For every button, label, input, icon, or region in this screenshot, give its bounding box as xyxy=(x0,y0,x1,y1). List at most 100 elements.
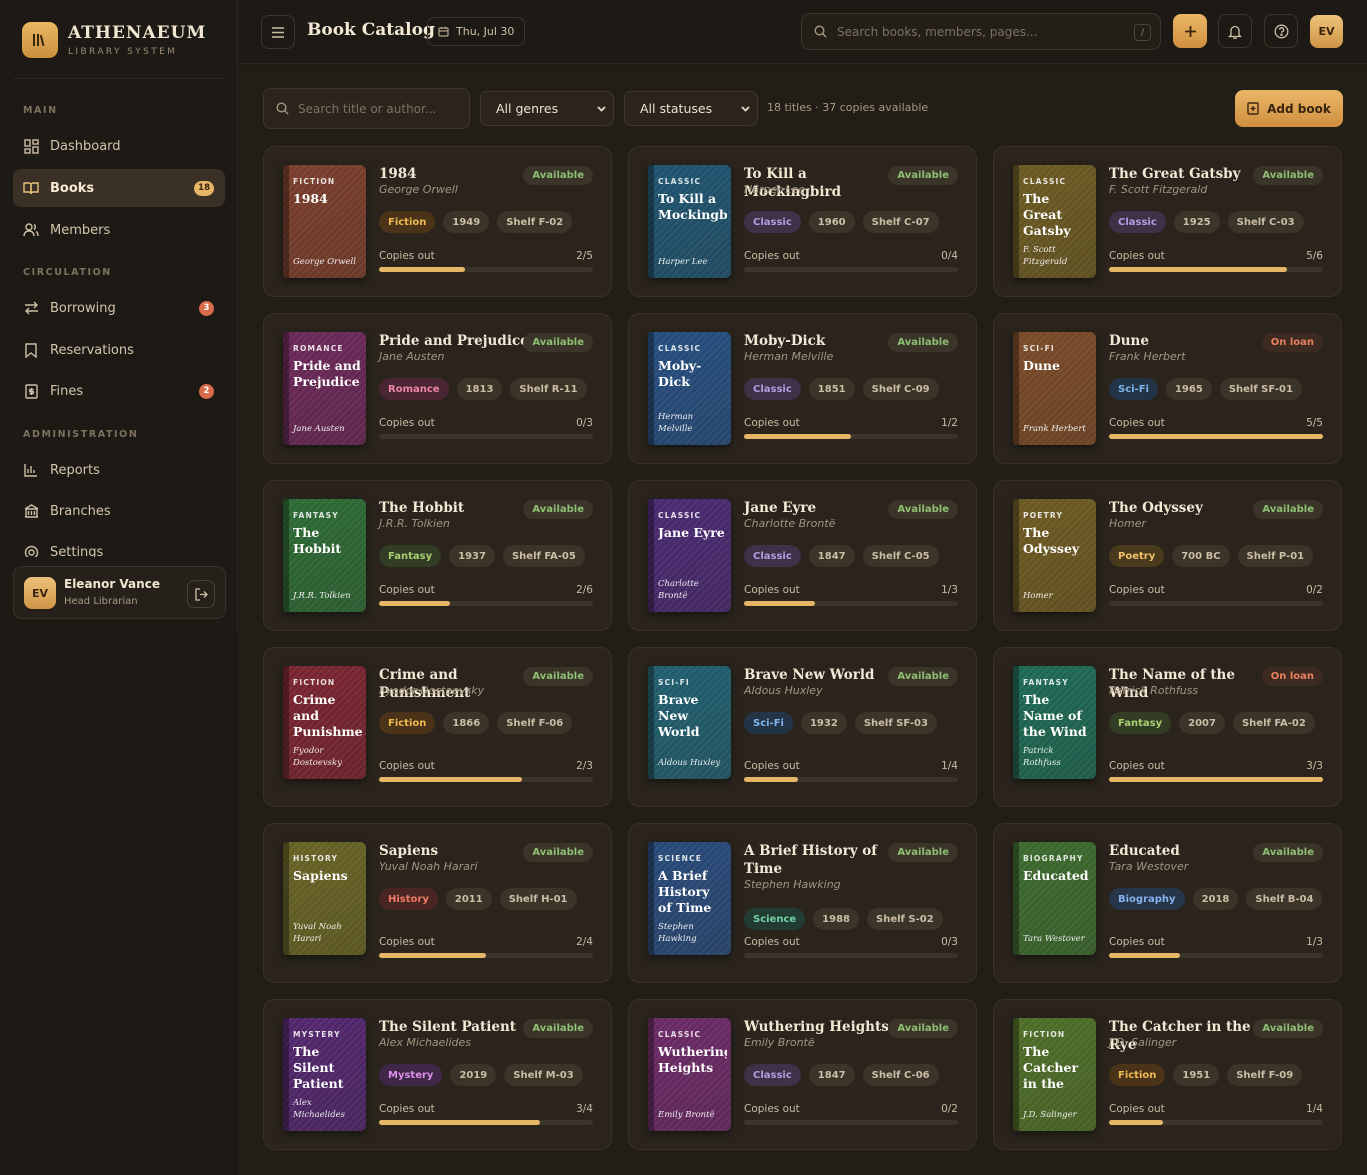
book-cover[interactable]: BIOGRAPHY Educated Tara Westover xyxy=(1013,842,1096,955)
status-badge: Available xyxy=(888,166,958,185)
date-chip[interactable]: Thu, Jul 30 xyxy=(427,17,526,46)
book-card[interactable]: CLASSIC To Kill a Mockingbird Harper Lee… xyxy=(628,146,977,297)
book-cover[interactable]: FANTASY The Hobbit J.R.R. Tolkien xyxy=(283,499,366,612)
user-avatar-button[interactable]: EV xyxy=(1310,15,1343,48)
sidebar-item-borrowing[interactable]: Borrowing 3 xyxy=(13,289,225,327)
book-title[interactable]: The Great Gatsby xyxy=(1109,165,1259,183)
book-cover[interactable]: FICTION The Catcher in the Rye J.D. Sali… xyxy=(1013,1018,1096,1131)
book-card[interactable]: CLASSIC Moby-Dick Herman Melville Moby-D… xyxy=(628,313,977,464)
year-tag: 1847 xyxy=(808,545,855,567)
book-cover[interactable]: POETRY The Odyssey Homer xyxy=(1013,499,1096,612)
book-title[interactable]: Educated xyxy=(1109,842,1259,860)
book-card[interactable]: CLASSIC The Great Gatsby F. Scott Fitzge… xyxy=(993,146,1342,297)
book-cover[interactable]: ROMANCE Pride and Prejudice Jane Austen xyxy=(283,332,366,445)
shelf-tag: Shelf H-01 xyxy=(499,888,577,910)
user-role: Head Librarian xyxy=(64,596,138,607)
catalog-search-input[interactable] xyxy=(298,101,458,116)
add-book-button[interactable]: Add book xyxy=(1235,90,1343,127)
book-cover[interactable]: SCI-FI Brave New World Aldous Huxley xyxy=(648,666,731,779)
notifications-button[interactable] xyxy=(1218,14,1252,48)
book-card[interactable]: SCIENCE A Brief History of Time Stephen … xyxy=(628,823,977,983)
book-card[interactable]: FICTION 1984 George Orwell 1984 George O… xyxy=(263,146,612,297)
book-cover[interactable]: CLASSIC Moby-Dick Herman Melville xyxy=(648,332,731,445)
book-title[interactable]: Jane Eyre xyxy=(744,499,894,517)
book-cover[interactable]: CLASSIC Wuthering Heights Emily Brontë xyxy=(648,1018,731,1131)
book-title[interactable]: Sapiens xyxy=(379,842,529,860)
genre-tag: Mystery xyxy=(379,1064,443,1086)
sidebar-item-reports[interactable]: Reports xyxy=(13,451,225,489)
sidebar-item-dashboard[interactable]: Dashboard xyxy=(13,127,225,165)
book-card[interactable]: FANTASY The Name of the Wind Patrick Rot… xyxy=(993,647,1342,807)
book-card[interactable]: CLASSIC Jane Eyre Charlotte Brontë Jane … xyxy=(628,480,977,631)
catalog-search[interactable] xyxy=(263,88,470,129)
book-card[interactable]: MYSTERY The Silent Patient Alex Michaeli… xyxy=(263,999,612,1150)
book-title[interactable]: The Hobbit xyxy=(379,499,529,517)
book-cover[interactable]: SCIENCE A Brief History of Time Stephen … xyxy=(648,842,731,955)
menu-toggle-button[interactable] xyxy=(261,15,295,49)
sidebar-item-books[interactable]: Books 18 xyxy=(13,169,225,207)
copies-progress-fill xyxy=(744,601,815,606)
book-title[interactable]: Dune xyxy=(1109,332,1259,350)
book-card[interactable]: FANTASY The Hobbit J.R.R. Tolkien The Ho… xyxy=(263,480,612,631)
book-title[interactable]: Wuthering Heights xyxy=(744,1018,894,1036)
book-cover[interactable]: FICTION 1984 George Orwell xyxy=(283,165,366,278)
book-title[interactable]: A Brief History of Time xyxy=(744,842,894,878)
bar-chart-icon xyxy=(23,462,39,478)
sidebar-item-members[interactable]: Members xyxy=(13,211,225,249)
book-title[interactable]: Moby-Dick xyxy=(744,332,894,350)
book-card[interactable]: HISTORY Sapiens Yuval Noah Harari Sapien… xyxy=(263,823,612,983)
genre-select[interactable]: All genres xyxy=(480,91,614,126)
quick-add-button[interactable] xyxy=(1173,14,1207,48)
logout-button[interactable] xyxy=(187,580,215,608)
genre-tag: Sci-Fi xyxy=(1109,378,1158,400)
copies-out-label: Copies out xyxy=(1109,584,1165,596)
sidebar-item-fines[interactable]: Fines 2 xyxy=(13,372,225,410)
copies-progress-bar xyxy=(744,434,958,439)
book-card[interactable]: CLASSIC Wuthering Heights Emily Brontë W… xyxy=(628,999,977,1150)
cover-author: F. Scott Fitzgerald xyxy=(1023,245,1068,267)
book-cover[interactable]: FANTASY The Name of the Wind Patrick Rot… xyxy=(1013,666,1096,779)
year-tag: 700 BC xyxy=(1172,545,1230,567)
book-title[interactable]: 1984 xyxy=(379,165,529,183)
book-cover[interactable]: SCI-FI Dune Frank Herbert xyxy=(1013,332,1096,445)
book-title[interactable]: Pride and Prejudice xyxy=(379,332,529,350)
cover-title: 1984 xyxy=(293,191,328,206)
cover-title: Wuthering Heights xyxy=(658,1044,727,1075)
cover-author: Harper Lee xyxy=(658,257,708,267)
book-card[interactable]: ROMANCE Pride and Prejudice Jane Austen … xyxy=(263,313,612,464)
book-card[interactable]: FICTION The Catcher in the Rye J.D. Sali… xyxy=(993,999,1342,1150)
book-card[interactable]: SCI-FI Dune Frank Herbert Dune Frank Her… xyxy=(993,313,1342,464)
help-button[interactable] xyxy=(1264,14,1298,48)
sidebar-item-branches[interactable]: Branches xyxy=(13,492,225,530)
year-tag: 2019 xyxy=(450,1064,497,1086)
book-cover[interactable]: HISTORY Sapiens Yuval Noah Harari xyxy=(283,842,366,955)
sidebar-item-settings[interactable]: Settings xyxy=(13,540,225,557)
books-count-badge: 18 xyxy=(194,180,214,196)
catalog-main: All genres All statuses 18 titles · 37 c… xyxy=(239,65,1367,1175)
current-user-card[interactable]: EV Eleanor Vance Head Librarian xyxy=(13,566,226,619)
book-card[interactable]: FICTION Crime and Punishment Fyodor Dost… xyxy=(263,647,612,807)
book-card[interactable]: SCI-FI Brave New World Aldous Huxley Bra… xyxy=(628,647,977,807)
book-cover[interactable]: MYSTERY The Silent Patient Alex Michaeli… xyxy=(283,1018,366,1131)
book-cover[interactable]: CLASSIC To Kill a Mockingbird Harper Lee xyxy=(648,165,731,278)
brand[interactable]: ATHENAEUM LIBRARY SYSTEM xyxy=(22,22,206,58)
status-badge: Available xyxy=(523,667,593,686)
global-search-input[interactable] xyxy=(837,24,1127,39)
genre-tag: Fantasy xyxy=(379,545,442,567)
book-author: Charlotte Brontë xyxy=(744,517,836,530)
status-badge: Available xyxy=(888,500,958,519)
book-title[interactable]: The Odyssey xyxy=(1109,499,1259,517)
book-cover[interactable]: FICTION Crime and Punishment Fyodor Dost… xyxy=(283,666,366,779)
status-badge: Available xyxy=(523,500,593,519)
book-card[interactable]: BIOGRAPHY Educated Tara Westover Educate… xyxy=(993,823,1342,983)
global-search[interactable]: / xyxy=(801,13,1161,50)
book-card[interactable]: POETRY The Odyssey Homer The Odyssey Hom… xyxy=(993,480,1342,631)
book-title[interactable]: The Silent Patient xyxy=(379,1018,529,1036)
book-cover[interactable]: CLASSIC Jane Eyre Charlotte Brontë xyxy=(648,499,731,612)
sidebar-item-reservations[interactable]: Reservations xyxy=(13,331,225,369)
copies-progress-fill xyxy=(1109,267,1287,272)
book-title[interactable]: Brave New World xyxy=(744,666,894,684)
book-cover[interactable]: CLASSIC The Great Gatsby F. Scott Fitzge… xyxy=(1013,165,1096,278)
status-select[interactable]: All statuses xyxy=(624,91,758,126)
cover-author: Patrick Rothfuss xyxy=(1023,746,1061,768)
